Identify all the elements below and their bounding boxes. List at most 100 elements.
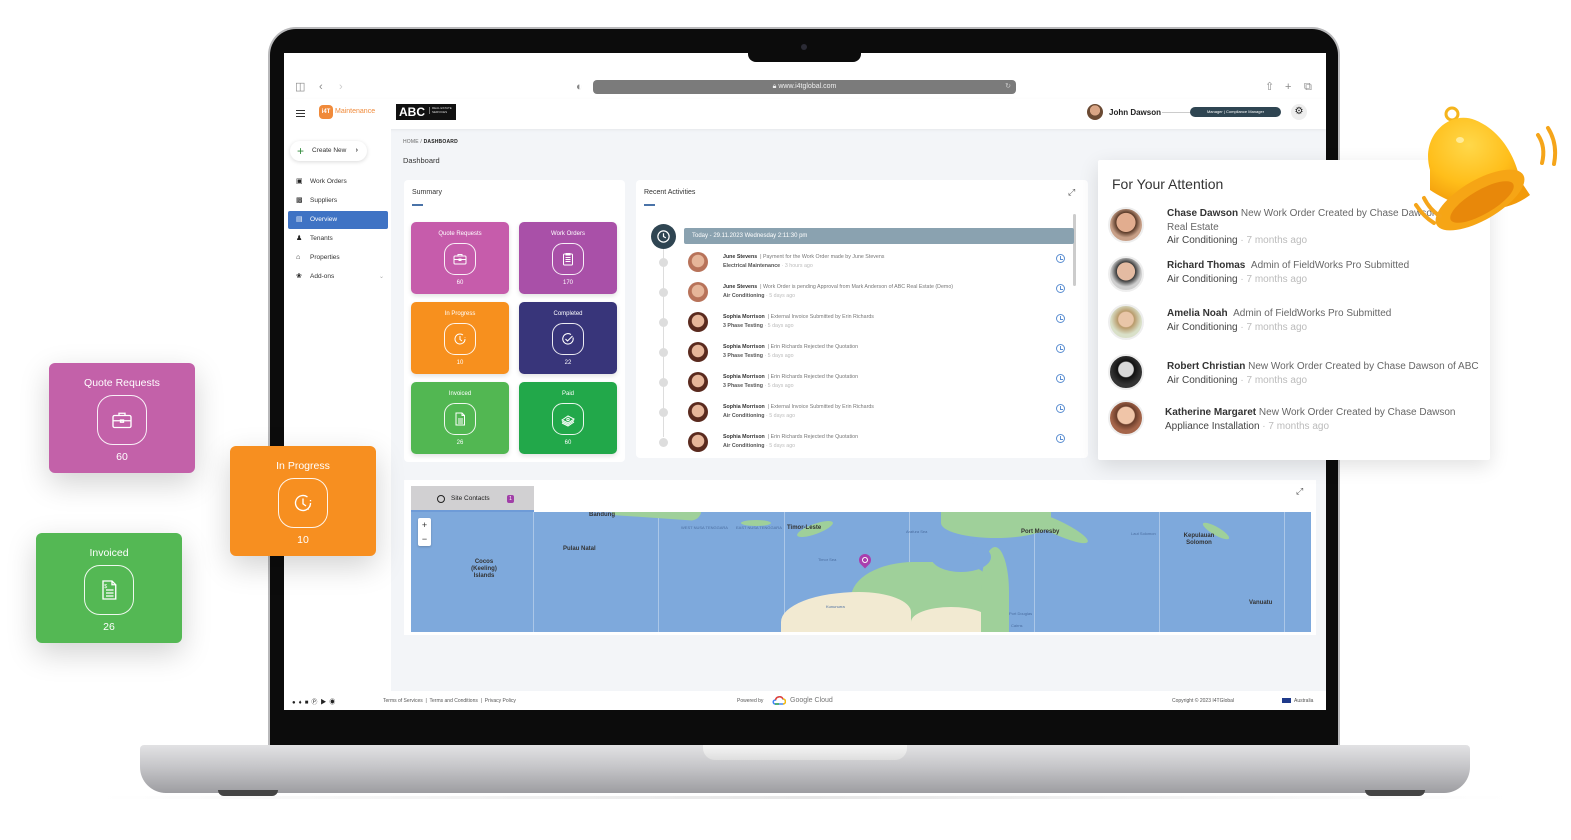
sidebar-item-overview[interactable]: ▤ Overview [288, 211, 388, 229]
terms-of-services-link[interactable]: Terms of Services [383, 698, 423, 704]
avatar [688, 312, 708, 332]
facebook-icon[interactable]: ● [292, 700, 299, 706]
expand-icon[interactable]: ⤢ [1068, 187, 1075, 198]
attention-category: Appliance Installation [1165, 421, 1260, 432]
location-pin-icon[interactable] [856, 551, 874, 569]
stat-value: 170 [562, 280, 573, 286]
activity-user-name: June Stevens [723, 254, 758, 260]
laptop-shadow [100, 796, 1510, 799]
breadcrumb-home[interactable]: HOME [403, 139, 419, 145]
user-name[interactable]: John Dawson [1109, 108, 1161, 117]
gear-icon[interactable]: ⚙ [1291, 104, 1307, 120]
sidebar-item-tenants[interactable]: ♟ Tenants [288, 230, 388, 248]
laptop-notch [748, 48, 861, 62]
attention-user-name: Robert Christian [1167, 361, 1246, 372]
clock-icon[interactable] [1056, 344, 1065, 353]
activity-item[interactable]: Sophia Morrison | External Invoice Submi… [636, 310, 1076, 340]
attention-message: Amelia Noah Admin of FieldWorks Pro Subm… [1167, 307, 1391, 321]
activity-item[interactable]: Sophia Morrison | Erin Richards Rejected… [636, 370, 1076, 400]
menu-icon[interactable] [296, 110, 305, 117]
privacy-shield-icon[interactable]: ◐ [576, 81, 583, 93]
clock-icon[interactable] [1056, 404, 1065, 413]
share-icon[interactable]: ⇧ [1265, 81, 1274, 93]
stat-card-work-orders[interactable]: Work Orders 170 [519, 222, 617, 294]
stat-card-in-progress[interactable]: In Progress 10 [411, 302, 509, 374]
attention-meta: Air Conditioning · 7 months ago [1167, 375, 1307, 386]
role-badge[interactable]: Manager | Compliance Manager [1190, 107, 1281, 117]
activity-user-name: Sophia Morrison [723, 404, 765, 410]
building-icon: ▩ [296, 197, 303, 204]
copyright: Copyright © 2023 I4TGlobal [1172, 698, 1235, 704]
stat-card-quote-requests[interactable]: Quote Requests 60 [411, 222, 509, 294]
floating-card-label: Invoiced [89, 547, 129, 559]
back-icon[interactable]: ‹ [319, 81, 323, 93]
floating-card-value: 26 [103, 621, 115, 633]
attention-action: New Work Order Created by Chase Dawson [1240, 208, 1438, 219]
clock-icon[interactable] [1056, 284, 1065, 293]
camera-icon [801, 44, 807, 50]
attention-time: · 7 months ago [1240, 274, 1308, 285]
today-header: Today - 29.11.2023 Wednesday 2:11:30 pm [684, 228, 1074, 244]
zoom-out-button[interactable]: − [418, 532, 431, 546]
activity-action: | External Invoice Submitted by Erin Ric… [767, 314, 874, 320]
clock-icon[interactable] [1056, 434, 1065, 443]
expand-icon[interactable]: ⤢ [1296, 486, 1303, 497]
address-bar[interactable]: 🔒︎ www.i4tglobal.com ↻ [593, 80, 1016, 94]
new-tab-icon[interactable]: + [1285, 81, 1291, 93]
map-canvas[interactable]: Bandung Pulau Natal Cocos (Keeling) Isla… [411, 512, 1311, 632]
clock-icon [651, 224, 676, 249]
avatar [688, 402, 708, 422]
footer: ●♦■Ⓟ▶◉ Terms of Services | Terms and Con… [284, 691, 1326, 710]
stat-card-paid[interactable]: Paid 60 [519, 382, 617, 454]
sidebar-item-add-ons[interactable]: ❀ Add-ons ⌄ [288, 268, 388, 286]
user-avatar[interactable] [1087, 104, 1103, 120]
privacy-policy-link[interactable]: Privacy Policy [485, 698, 516, 704]
sidebar-item-properties[interactable]: ⌂ Properties [288, 249, 388, 267]
reload-icon[interactable]: ↻ [1005, 80, 1011, 94]
sidebar-item-label: Overview [310, 216, 338, 223]
activity-item[interactable]: Sophia Morrison | Erin Richards Rejected… [636, 340, 1076, 370]
forward-icon[interactable]: › [339, 81, 343, 93]
instagram-icon[interactable]: ◉ [329, 700, 338, 706]
sidebar-item-suppliers[interactable]: ▩ Suppliers [288, 192, 388, 210]
attention-action: Admin of FieldWorks Pro Submitted [1250, 260, 1410, 271]
timeline-dot [659, 258, 668, 267]
stat-label: Work Orders [551, 231, 585, 237]
map-label: WEST NUSA TENGGARA [681, 525, 728, 530]
chevron-right-icon: › [355, 147, 358, 154]
brand-logo[interactable]: i4T [319, 105, 333, 119]
stat-card-invoiced[interactable]: Invoiced 26 [411, 382, 509, 454]
avatar [1108, 304, 1144, 340]
stat-value: 10 [456, 360, 464, 366]
activity-category: Air Conditioning [723, 443, 765, 449]
tab-site-contacts[interactable]: Site Contacts 1 [411, 486, 534, 512]
attention-time: · 7 months ago [1262, 421, 1330, 432]
sidebar-item-label: Add-ons [310, 273, 335, 280]
tabs-overview-icon[interactable]: ⧉ [1304, 81, 1312, 93]
clock-icon[interactable] [1056, 254, 1065, 263]
sidebar-item-work-orders[interactable]: ▣ Work Orders [288, 173, 388, 191]
create-new-button[interactable]: + Create New › [290, 141, 367, 161]
activity-item[interactable]: Sophia Morrison | External Invoice Submi… [636, 400, 1076, 430]
map-label: Pulau Natal [563, 546, 596, 552]
activity-item[interactable]: June Stevens | Payment for the Work Orde… [636, 250, 1076, 280]
activity-item[interactable]: Sophia Morrison | Erin Richards Rejected… [636, 430, 1076, 458]
sidebar-toggle-icon[interactable]: ◫ [295, 81, 305, 93]
title-underline [412, 204, 423, 206]
clock-icon[interactable] [1056, 374, 1065, 383]
laptop-opening-notch [703, 745, 907, 760]
stat-card-completed[interactable]: Completed 22 [519, 302, 617, 374]
zoom-in-button[interactable]: + [418, 518, 431, 532]
terms-and-conditions-link[interactable]: Terms and Conditions [430, 698, 478, 704]
country-selector[interactable]: Australia [1294, 698, 1313, 704]
attention-user-name: Katherine Margaret [1165, 407, 1257, 418]
site-contacts-map-panel: Site Contacts 1 ⤢ Bandung Pulau Natal Co… [404, 480, 1316, 635]
activity-item[interactable]: June Stevens | Work Order is pending App… [636, 280, 1076, 310]
attention-meta: Air Conditioning · 7 months ago [1167, 274, 1307, 285]
map-water-gulf [931, 542, 991, 572]
clock-icon[interactable] [1056, 314, 1065, 323]
pinterest-icon[interactable]: Ⓟ [311, 700, 320, 706]
briefcase-icon [97, 395, 147, 445]
attention-category: Air Conditioning [1167, 235, 1238, 246]
youtube-icon[interactable]: ▶ [320, 700, 329, 706]
